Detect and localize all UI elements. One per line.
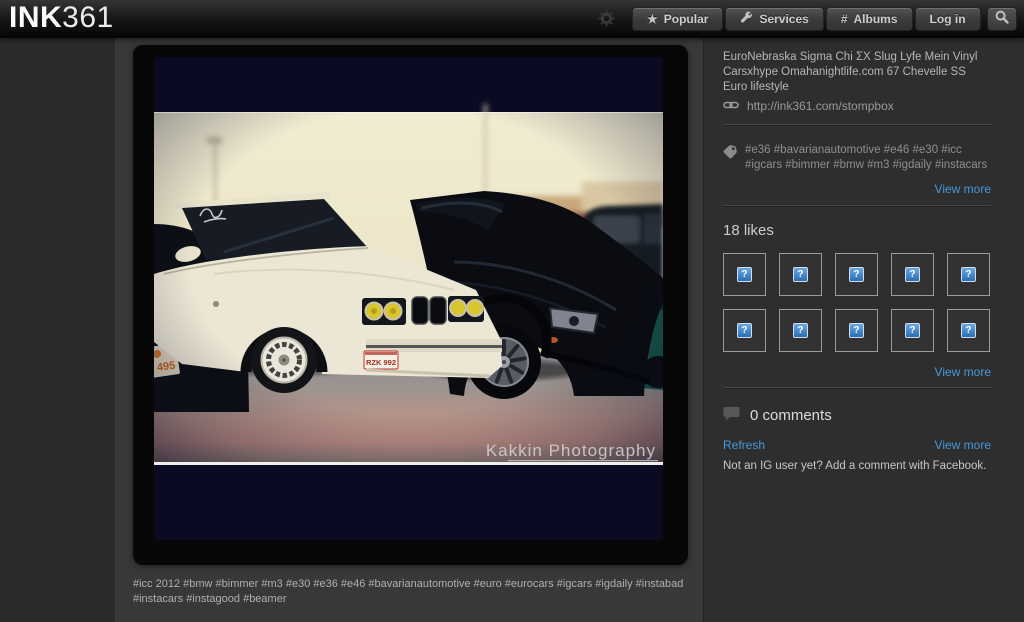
broken-image-icon: ? <box>793 323 808 338</box>
broken-image-icon: ? <box>737 267 752 282</box>
top-nav-bar: INK361 ★ Popular <box>0 0 1024 38</box>
broken-image-icon: ? <box>905 267 920 282</box>
liker-avatar[interactable]: ? <box>835 253 878 296</box>
liker-avatar[interactable]: ? <box>947 309 990 352</box>
page: INK361 ★ Popular <box>0 0 1024 622</box>
logo-bold-part: INK <box>9 1 62 34</box>
tag-icon <box>723 145 737 173</box>
nav-button-group: ★ Popular Services # Albums Log in <box>632 7 981 31</box>
sidebar: EuroNebraska Sigma Chi ΣX Slug Lyfe Mein… <box>703 38 1024 622</box>
broken-image-icon: ? <box>849 267 864 282</box>
liker-avatar[interactable]: ? <box>723 253 766 296</box>
broken-image-icon: ? <box>961 323 976 338</box>
liker-avatar[interactable]: ? <box>779 309 822 352</box>
liker-avatar[interactable]: ? <box>835 309 878 352</box>
services-button[interactable]: Services <box>725 7 823 31</box>
divider <box>723 205 991 206</box>
divider <box>723 124 991 125</box>
login-button[interactable]: Log in <box>915 7 981 31</box>
logo-light-part: 361 <box>62 1 114 34</box>
likes-view-more-link[interactable]: View more <box>723 365 991 379</box>
search-icon <box>995 10 1009 29</box>
popular-button-label: Popular <box>664 12 709 26</box>
search-button[interactable] <box>987 7 1017 31</box>
broken-image-icon: ? <box>961 267 976 282</box>
link-icon <box>723 99 739 113</box>
comments-header-row: 0 comments <box>723 406 991 425</box>
tags-view-more-link[interactable]: View more <box>723 182 991 196</box>
star-icon: ★ <box>647 12 658 26</box>
tags-row: #e36 #bavarianautomotive #e46 #e30 #icc … <box>723 143 991 173</box>
gear-icon <box>598 10 615 32</box>
comments-links-row: Refresh View more <box>723 438 991 452</box>
photo-frame: 495 <box>133 45 688 565</box>
liker-avatar[interactable]: ? <box>891 309 934 352</box>
comments-count-label: 0 comments <box>750 407 832 424</box>
services-button-label: Services <box>759 12 808 26</box>
divider <box>723 387 991 388</box>
tags-list: #e36 #bavarianautomotive #e46 #e30 #icc … <box>745 143 991 173</box>
liker-avatar[interactable]: ? <box>723 309 766 352</box>
likes-avatar-row: ? ? ? ? ? <box>723 309 991 352</box>
albums-button-label: Albums <box>854 12 898 26</box>
likes-avatar-row: ? ? ? ? ? <box>723 253 991 296</box>
liker-avatar[interactable]: ? <box>891 253 934 296</box>
photo-caption-tags: #icc 2012 #bmw #bimmer #m3 #e30 #e36 #e4… <box>133 577 699 607</box>
photographer-watermark: Kakkin Photography <box>486 441 656 460</box>
facebook-comment-note: Not an IG user yet? Add a comment with F… <box>723 460 991 472</box>
profile-title: EuroNebraska Sigma Chi ΣX Slug Lyfe Mein… <box>723 50 991 95</box>
albums-button[interactable]: # Albums <box>826 7 913 31</box>
popular-button[interactable]: ★ Popular <box>632 7 723 31</box>
liker-avatar[interactable]: ? <box>947 253 990 296</box>
comments-view-more-link[interactable]: View more <box>935 438 991 452</box>
login-button-label: Log in <box>930 12 966 26</box>
likes-count-label: 18 likes <box>723 222 991 239</box>
broken-image-icon: ? <box>737 323 752 338</box>
broken-image-icon: ? <box>905 323 920 338</box>
liker-avatar[interactable]: ? <box>779 253 822 296</box>
instagram-photo: 495 <box>154 57 663 540</box>
broken-image-icon: ? <box>849 323 864 338</box>
profile-website-link[interactable]: http://ink361.com/stompbox <box>747 99 894 113</box>
broken-image-icon: ? <box>793 267 808 282</box>
refresh-link[interactable]: Refresh <box>723 438 765 452</box>
profile-website-row[interactable]: http://ink361.com/stompbox <box>723 99 991 113</box>
wrench-icon <box>740 11 753 27</box>
ink361-logo[interactable]: INK361 <box>9 1 114 35</box>
hash-icon: # <box>841 12 848 26</box>
comment-bubble-icon <box>723 406 740 425</box>
